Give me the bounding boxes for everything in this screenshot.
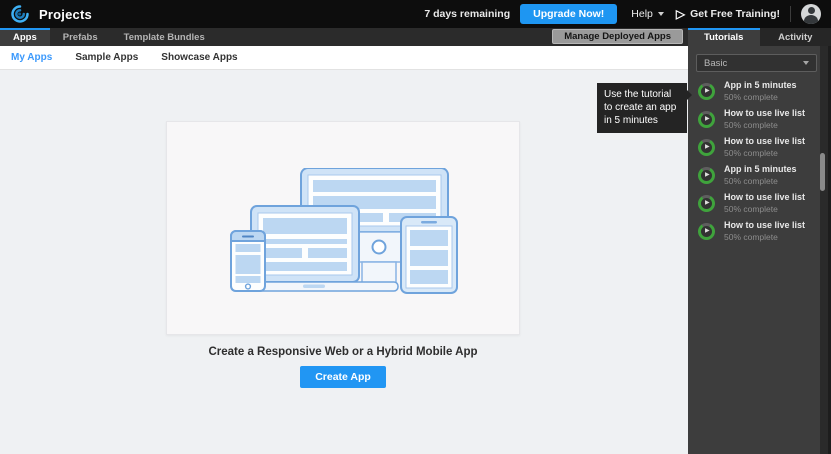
panel-scrollbar-track[interactable]: [820, 46, 831, 454]
tutorial-tooltip: Use the tutorial to create an app in 5 m…: [597, 83, 687, 133]
subtab-sample-apps[interactable]: Sample Apps: [75, 52, 138, 63]
avatar-head-icon: [808, 7, 815, 14]
empty-state-caption: Create a Responsive Web or a Hybrid Mobi…: [166, 346, 520, 358]
help-menu[interactable]: Help: [631, 8, 664, 20]
top-header: Projects 7 days remaining Upgrade Now! H…: [0, 0, 831, 28]
empty-state-card: [166, 121, 520, 335]
tutorial-title: How to use live list: [724, 220, 805, 231]
help-label: Help: [631, 8, 653, 20]
play-progress-icon[interactable]: ▶: [698, 167, 715, 184]
play-progress-icon[interactable]: ▶: [698, 223, 715, 240]
upgrade-now-button[interactable]: Upgrade Now!: [520, 4, 617, 24]
tutorial-status: 50% complete: [724, 120, 805, 130]
chevron-down-icon: [658, 12, 664, 16]
tooltip-text: Use the tutorial to create an app in 5 m…: [604, 89, 676, 126]
play-outline-icon: ▷: [676, 8, 685, 20]
tutorial-title: App in 5 minutes: [724, 80, 797, 91]
panel-scrollbar-thumb[interactable]: [820, 153, 825, 191]
tab-activity[interactable]: Activity: [760, 28, 831, 46]
tutorial-status: 50% complete: [724, 232, 805, 242]
select-value: Basic: [704, 58, 727, 69]
subtab-showcase-apps[interactable]: Showcase Apps: [161, 52, 237, 63]
user-avatar[interactable]: [801, 4, 821, 24]
tutorial-list-item[interactable]: ▶ How to use live list 50% complete: [688, 217, 831, 245]
page-title: Projects: [39, 7, 92, 22]
devices-illustration: [229, 168, 459, 298]
tutorial-list-item[interactable]: ▶ App in 5 minutes 50% complete: [688, 161, 831, 189]
tab-template-bundles[interactable]: Template Bundles: [111, 28, 218, 46]
tutorial-category-select[interactable]: Basic: [696, 54, 817, 72]
tutorial-status: 50% complete: [724, 92, 797, 102]
app-window: Projects 7 days remaining Upgrade Now! H…: [0, 0, 831, 454]
tutorial-list-item[interactable]: ▶ How to use live list 50% complete: [688, 189, 831, 217]
tab-apps[interactable]: Apps: [0, 28, 50, 46]
header-divider: [790, 6, 791, 22]
subtab-my-apps[interactable]: My Apps: [11, 52, 52, 63]
play-progress-icon[interactable]: ▶: [698, 139, 715, 156]
tutorial-title: How to use live list: [724, 192, 805, 203]
tutorial-list-item[interactable]: ▶ App in 5 minutes 50% complete: [688, 77, 831, 105]
appery-logo-icon[interactable]: [10, 4, 30, 24]
tab-tutorials[interactable]: Tutorials: [688, 28, 760, 46]
tooltip-arrow: [687, 90, 692, 100]
tutorial-list-item[interactable]: ▶ How to use live list 50% complete: [688, 133, 831, 161]
tutorial-status: 50% complete: [724, 148, 805, 158]
tutorial-title: How to use live list: [724, 108, 805, 119]
play-progress-icon[interactable]: ▶: [698, 83, 715, 100]
tutorial-list-item[interactable]: ▶ How to use live list 50% complete: [688, 105, 831, 133]
play-progress-icon[interactable]: ▶: [698, 111, 715, 128]
panel-body: Basic ▶ App in 5 minutes 50% complete ▶ …: [688, 46, 831, 454]
create-app-cta: Create a Responsive Web or a Hybrid Mobi…: [166, 346, 520, 388]
get-free-training-link[interactable]: ▷ Get Free Training!: [676, 8, 780, 20]
panel-tabbar: Tutorials Activity: [688, 28, 831, 46]
tutorial-status: 50% complete: [724, 176, 797, 186]
main-content: Create a Responsive Web or a Hybrid Mobi…: [0, 70, 688, 454]
create-app-button[interactable]: Create App: [300, 366, 386, 388]
tab-prefabs[interactable]: Prefabs: [50, 28, 111, 46]
play-progress-icon[interactable]: ▶: [698, 195, 715, 212]
tutorial-title: How to use live list: [724, 136, 805, 147]
avatar-body-icon: [804, 15, 818, 24]
tutorials-panel: Tutorials Activity Basic ▶ App in 5 minu…: [688, 28, 831, 454]
tutorial-status: 50% complete: [724, 204, 805, 214]
apps-subtabbar: My Apps Sample Apps Showcase Apps: [0, 46, 688, 70]
chevron-down-icon: [803, 61, 809, 65]
tutorial-title: App in 5 minutes: [724, 164, 797, 175]
training-label: Get Free Training!: [690, 8, 780, 20]
trial-days-remaining: 7 days remaining: [424, 8, 510, 20]
manage-deployed-apps-button[interactable]: Manage Deployed Apps: [552, 29, 683, 44]
